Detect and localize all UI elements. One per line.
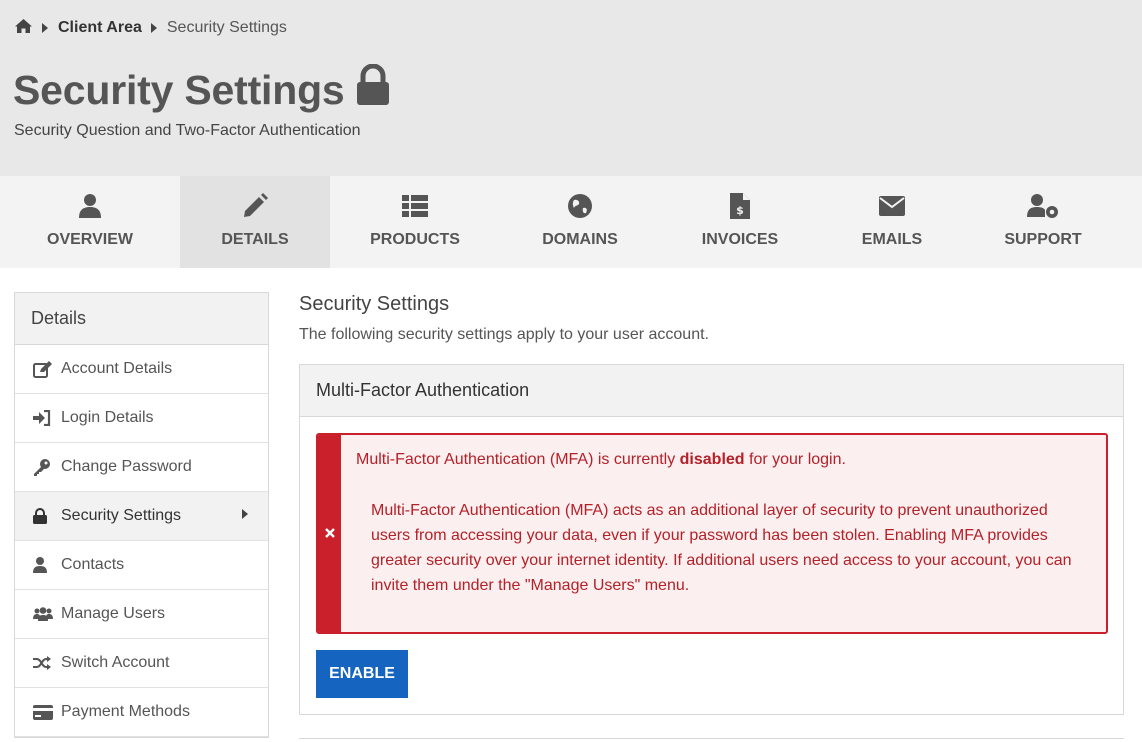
sidebar-item-label: Change Password [61, 458, 192, 475]
sidebar-item-label: Account Details [61, 360, 173, 377]
breadcrumb-separator [150, 23, 157, 33]
tab-label: INVOICES [701, 231, 779, 248]
next-card-edge [299, 738, 1124, 742]
user-icon [33, 556, 55, 574]
key-icon [33, 458, 55, 476]
invoice-icon: $ [730, 192, 750, 220]
mfa-card: Multi-Factor Authentication Multi-Factor… [299, 364, 1124, 715]
tab-products[interactable]: PRODUCTS [330, 176, 500, 268]
shuffle-icon [33, 654, 55, 672]
sidebar-item-contacts[interactable]: Contacts [15, 541, 268, 590]
alert-paragraph: Multi-Factor Authentication (MFA) acts a… [371, 502, 1072, 594]
tab-label: DETAILS [221, 231, 289, 248]
page-title: Security Settings [13, 63, 391, 116]
sign-in-icon [33, 409, 55, 427]
envelope-icon [879, 192, 905, 220]
close-icon [324, 525, 335, 543]
breadcrumb: Client Area Security Settings [14, 18, 287, 38]
sidebar-item-change-password[interactable]: Change Password [15, 443, 268, 492]
page-header: Client Area Security Settings Security S… [0, 0, 1142, 176]
credit-card-icon [33, 703, 55, 721]
lock-icon [33, 507, 55, 525]
sidebar-item-account-details[interactable]: Account Details [15, 345, 268, 394]
globe-icon [568, 192, 592, 220]
tab-domains[interactable]: DOMAINS [500, 176, 660, 268]
sidebar-item-label: Switch Account [61, 654, 170, 671]
sidebar-item-label: Manage Users [61, 605, 166, 622]
alert-bar [318, 435, 341, 632]
sidebar-item-label: Payment Methods [61, 703, 190, 720]
section-description: The following security settings apply to… [299, 326, 709, 343]
user-gear-icon [1027, 192, 1059, 220]
page-title-text: Security Settings [13, 66, 345, 113]
edit-icon [33, 360, 55, 378]
sidebar-item-payment-methods[interactable]: Payment Methods [15, 688, 268, 737]
tab-label: DOMAINS [542, 231, 618, 248]
tab-label: OVERVIEW [47, 231, 133, 248]
sidebar-item-login-details[interactable]: Login Details [15, 394, 268, 443]
sidebar-item-label: Contacts [61, 556, 125, 573]
sidebar-item-switch-account[interactable]: Switch Account [15, 639, 268, 688]
sidebar-item-label: Security Settings [61, 507, 182, 524]
enable-mfa-button[interactable]: ENABLE [316, 650, 408, 698]
tab-invoices[interactable]: $ INVOICES [660, 176, 820, 268]
tab-label: EMAILS [861, 231, 923, 248]
section-title: Security Settings [299, 293, 450, 315]
sidebar-title: Details [15, 293, 268, 345]
sidebar-item-security-settings[interactable]: Security Settings [15, 492, 268, 541]
sidebar-item-manage-users[interactable]: Manage Users [15, 590, 268, 639]
tab-details[interactable]: DETAILS [180, 176, 330, 268]
tab-emails[interactable]: EMAILS [820, 176, 964, 268]
mfa-card-title: Multi-Factor Authentication [300, 365, 1123, 417]
pencil-icon [242, 192, 268, 220]
user-icon [79, 192, 101, 220]
svg-text:$: $ [736, 204, 744, 217]
tab-overview[interactable]: OVERVIEW [0, 176, 180, 268]
main-tabs: OVERVIEW DETAILS PRODUCTS DOMAINS $ INVO… [0, 176, 1142, 268]
lock-icon [345, 63, 391, 116]
alert-line-suffix: for your login. [744, 451, 846, 468]
alert-status-value: disabled [679, 451, 745, 468]
page-subtitle: Security Question and Two-Factor Authent… [14, 122, 361, 139]
tab-label: PRODUCTS [370, 231, 460, 248]
home-icon[interactable] [14, 18, 33, 39]
alert-status-line: Multi-Factor Authentication (MFA) is cur… [356, 447, 1076, 472]
alert-body: Multi-Factor Authentication (MFA) is cur… [341, 435, 1076, 632]
sidebar-item-label: Login Details [61, 409, 154, 426]
mfa-disabled-alert: Multi-Factor Authentication (MFA) is cur… [316, 433, 1108, 634]
sidebar: Details Account Details Login Details Ch… [14, 292, 269, 738]
chevron-right-icon [242, 509, 248, 519]
alert-line-prefix: Multi-Factor Authentication (MFA) is cur… [356, 451, 680, 468]
breadcrumb-client-area[interactable]: Client Area [58, 19, 142, 37]
users-icon [33, 605, 55, 623]
tab-label: SUPPORT [1004, 231, 1082, 248]
tab-support[interactable]: SUPPORT [964, 176, 1122, 268]
breadcrumb-separator [42, 23, 48, 33]
breadcrumb-current: Security Settings [166, 19, 287, 36]
list-icon [402, 192, 428, 220]
